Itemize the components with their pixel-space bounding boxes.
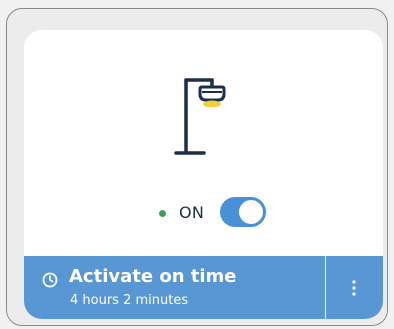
more-options-button[interactable] <box>326 256 383 319</box>
schedule-bar: Activate on time 4 hours 2 minutes <box>24 256 383 319</box>
schedule-title: Activate on time <box>69 266 237 287</box>
toggle-knob <box>239 200 263 224</box>
status-indicator-dot <box>159 210 166 217</box>
power-toggle[interactable] <box>220 197 266 227</box>
schedule-duration: 4 hours 2 minutes <box>70 293 189 308</box>
status-row: ON <box>24 194 383 230</box>
activate-on-time-button[interactable]: Activate on time 4 hours 2 minutes <box>24 256 325 319</box>
device-card: ON Activate on time 4 hours 2 minutes <box>24 30 383 319</box>
street-lamp-icon <box>174 78 226 155</box>
more-vertical-icon <box>352 280 356 296</box>
status-label: ON <box>179 203 205 222</box>
clock-icon <box>42 272 58 288</box>
